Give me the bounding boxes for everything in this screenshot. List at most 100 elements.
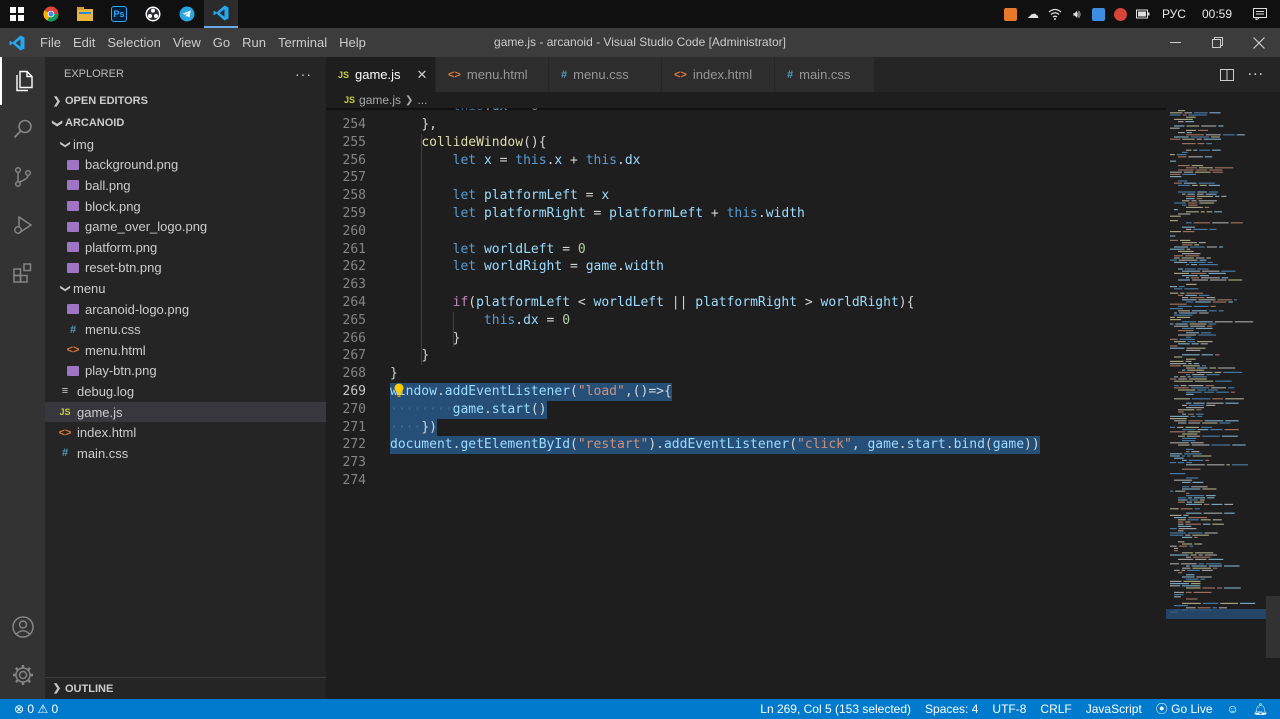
chrome-taskbar-button[interactable] [34, 0, 68, 28]
menu-help[interactable]: Help [333, 28, 372, 57]
line-number: 256 [342, 152, 366, 168]
tree-file[interactable]: background.png [45, 155, 326, 176]
tab-index-html[interactable]: <> index.html [662, 57, 775, 92]
manage-activity-button[interactable] [0, 651, 45, 699]
line-number: 264 [342, 295, 366, 310]
cursor-position[interactable]: Ln 269, Col 5 (153 selected) [753, 699, 918, 719]
wifi-icon[interactable] [1044, 0, 1066, 28]
menu-view[interactable]: View [167, 28, 207, 57]
menu-go[interactable]: Go [207, 28, 236, 57]
tree-file[interactable]: <> menu.html [45, 340, 326, 361]
tree-file[interactable]: JS game.js [45, 401, 326, 423]
search-activity-button[interactable] [0, 105, 45, 153]
telegram-taskbar-button[interactable] [170, 0, 204, 28]
tray-red-app-icon[interactable] [1110, 0, 1132, 28]
vscode-taskbar-button[interactable] [204, 0, 238, 28]
chevron-down-icon: ❯ [51, 118, 63, 128]
minimap[interactable] [1166, 108, 1266, 699]
tree-file[interactable]: ball.png [45, 175, 326, 196]
chevron-down-icon: ❯ [59, 284, 71, 293]
menu-selection[interactable]: Selection [101, 28, 166, 57]
tree-file[interactable]: arcanoid-logo.png [45, 299, 326, 320]
code-text: } [452, 330, 461, 346]
tree-file[interactable]: play-btn.png [45, 361, 326, 382]
obs-taskbar-button[interactable] [136, 0, 170, 28]
encoding[interactable]: UTF-8 [985, 699, 1033, 719]
close-tab-icon[interactable]: ✕ [417, 67, 428, 83]
tree-folder[interactable]: ❯ img [45, 134, 326, 155]
tree-item-label: debug.log [77, 383, 135, 399]
code-editor[interactable]: this.dx = 0254 },255 collideWindow(){256… [326, 108, 1280, 699]
minimize-button[interactable] [1154, 28, 1196, 57]
tab-game-js[interactable]: JS game.js ✕ [326, 57, 436, 92]
split-editor-icon[interactable] [1219, 68, 1234, 82]
editor-more-actions-icon[interactable]: ··· [1248, 67, 1264, 83]
tree-file[interactable]: <> index.html [45, 422, 326, 443]
css-file-icon: # [787, 68, 794, 81]
open-editors-section[interactable]: ❯ OPEN EDITORS [45, 90, 326, 112]
scrollbar-thumb[interactable] [1266, 596, 1280, 658]
line-number: 261 [342, 241, 366, 257]
problems-indicator[interactable]: ⊗ 0 ⚠ 0 [0, 699, 65, 719]
code-line: 260 [326, 223, 1166, 241]
menu-file[interactable]: File [34, 28, 67, 57]
code-line: 256 let x = this.x + this.dx [326, 152, 1166, 170]
tree-file[interactable]: reset-btn.png [45, 258, 326, 279]
input-language[interactable]: РУС [1154, 7, 1194, 21]
outline-section[interactable]: ❯ OUTLINE [45, 677, 326, 699]
arcanoid-folder-section[interactable]: ❯ ARCANOID [45, 112, 326, 134]
file-explorer-taskbar-button[interactable] [68, 0, 102, 28]
error-icon: ⊗ [14, 702, 25, 716]
line-number: 265 [342, 312, 366, 328]
tree-file[interactable]: game_over_logo.png [45, 216, 326, 237]
indentation[interactable]: Spaces: 4 [918, 699, 985, 719]
battery-icon[interactable] [1132, 0, 1154, 28]
menu-edit[interactable]: Edit [67, 28, 101, 57]
menu-run[interactable]: Run [236, 28, 272, 57]
clock[interactable]: 00:59 [1194, 7, 1240, 21]
restore-button[interactable] [1196, 28, 1238, 57]
lightbulb-icon[interactable] [392, 382, 406, 398]
close-window-button[interactable] [1238, 28, 1280, 57]
breadcrumb-rest[interactable]: ... [417, 93, 427, 107]
tree-folder[interactable]: ❯ menu [45, 278, 326, 299]
tab-main-css[interactable]: # main.css [775, 57, 875, 92]
language-mode[interactable]: JavaScript [1079, 699, 1149, 719]
notifications-button[interactable]: 🔔︎ [1246, 699, 1280, 719]
explorer-activity-button[interactable] [0, 57, 45, 105]
code-line: 257 [326, 169, 1166, 187]
tree-file[interactable]: platform.png [45, 237, 326, 258]
accounts-activity-button[interactable] [0, 603, 45, 651]
vertical-scrollbar[interactable] [1266, 108, 1280, 699]
more-actions-icon[interactable]: ··· [295, 66, 312, 82]
menu-terminal[interactable]: Terminal [272, 28, 333, 57]
tab-menu-css[interactable]: # menu.css [549, 57, 662, 92]
start-button[interactable] [0, 0, 34, 28]
cloud-icon[interactable]: ☁ [1022, 0, 1044, 28]
file-explorer-icon [77, 7, 93, 21]
tree-file[interactable]: block.png [45, 196, 326, 217]
tree-item-label: menu.html [85, 342, 146, 358]
photoshop-taskbar-button[interactable]: Ps [102, 0, 136, 28]
notification-icon[interactable] [1240, 0, 1280, 28]
end-of-line[interactable]: CRLF [1033, 699, 1078, 719]
tab-actions: ··· [1219, 57, 1280, 92]
go-live-button[interactable]: ⦿ Go Live [1149, 699, 1220, 719]
tab-menu-html[interactable]: <> menu.html [436, 57, 549, 92]
tree-file[interactable]: ≡ debug.log [45, 381, 326, 402]
window-controls [1154, 28, 1280, 57]
tray-blue-app-icon[interactable] [1088, 0, 1110, 28]
tray-app-icon[interactable] [1000, 0, 1022, 28]
tree-file[interactable]: # main.css [45, 443, 326, 464]
breadcrumb-file[interactable]: game.js [359, 93, 401, 107]
line-number: 257 [342, 170, 366, 186]
volume-icon[interactable]: 🔊︎ [1066, 0, 1088, 28]
extensions-activity-button[interactable] [0, 249, 45, 297]
tree-file[interactable]: # menu.css [45, 319, 326, 340]
system-tray: ☁ 🔊︎ РУС 00:59 [1000, 0, 1280, 28]
chrome-icon [43, 6, 59, 22]
run-debug-activity-button[interactable] [0, 201, 45, 249]
source-control-activity-button[interactable] [0, 153, 45, 201]
code-text: this.dx = 0 [483, 312, 571, 328]
feedback-button[interactable]: ☺ [1220, 699, 1246, 719]
